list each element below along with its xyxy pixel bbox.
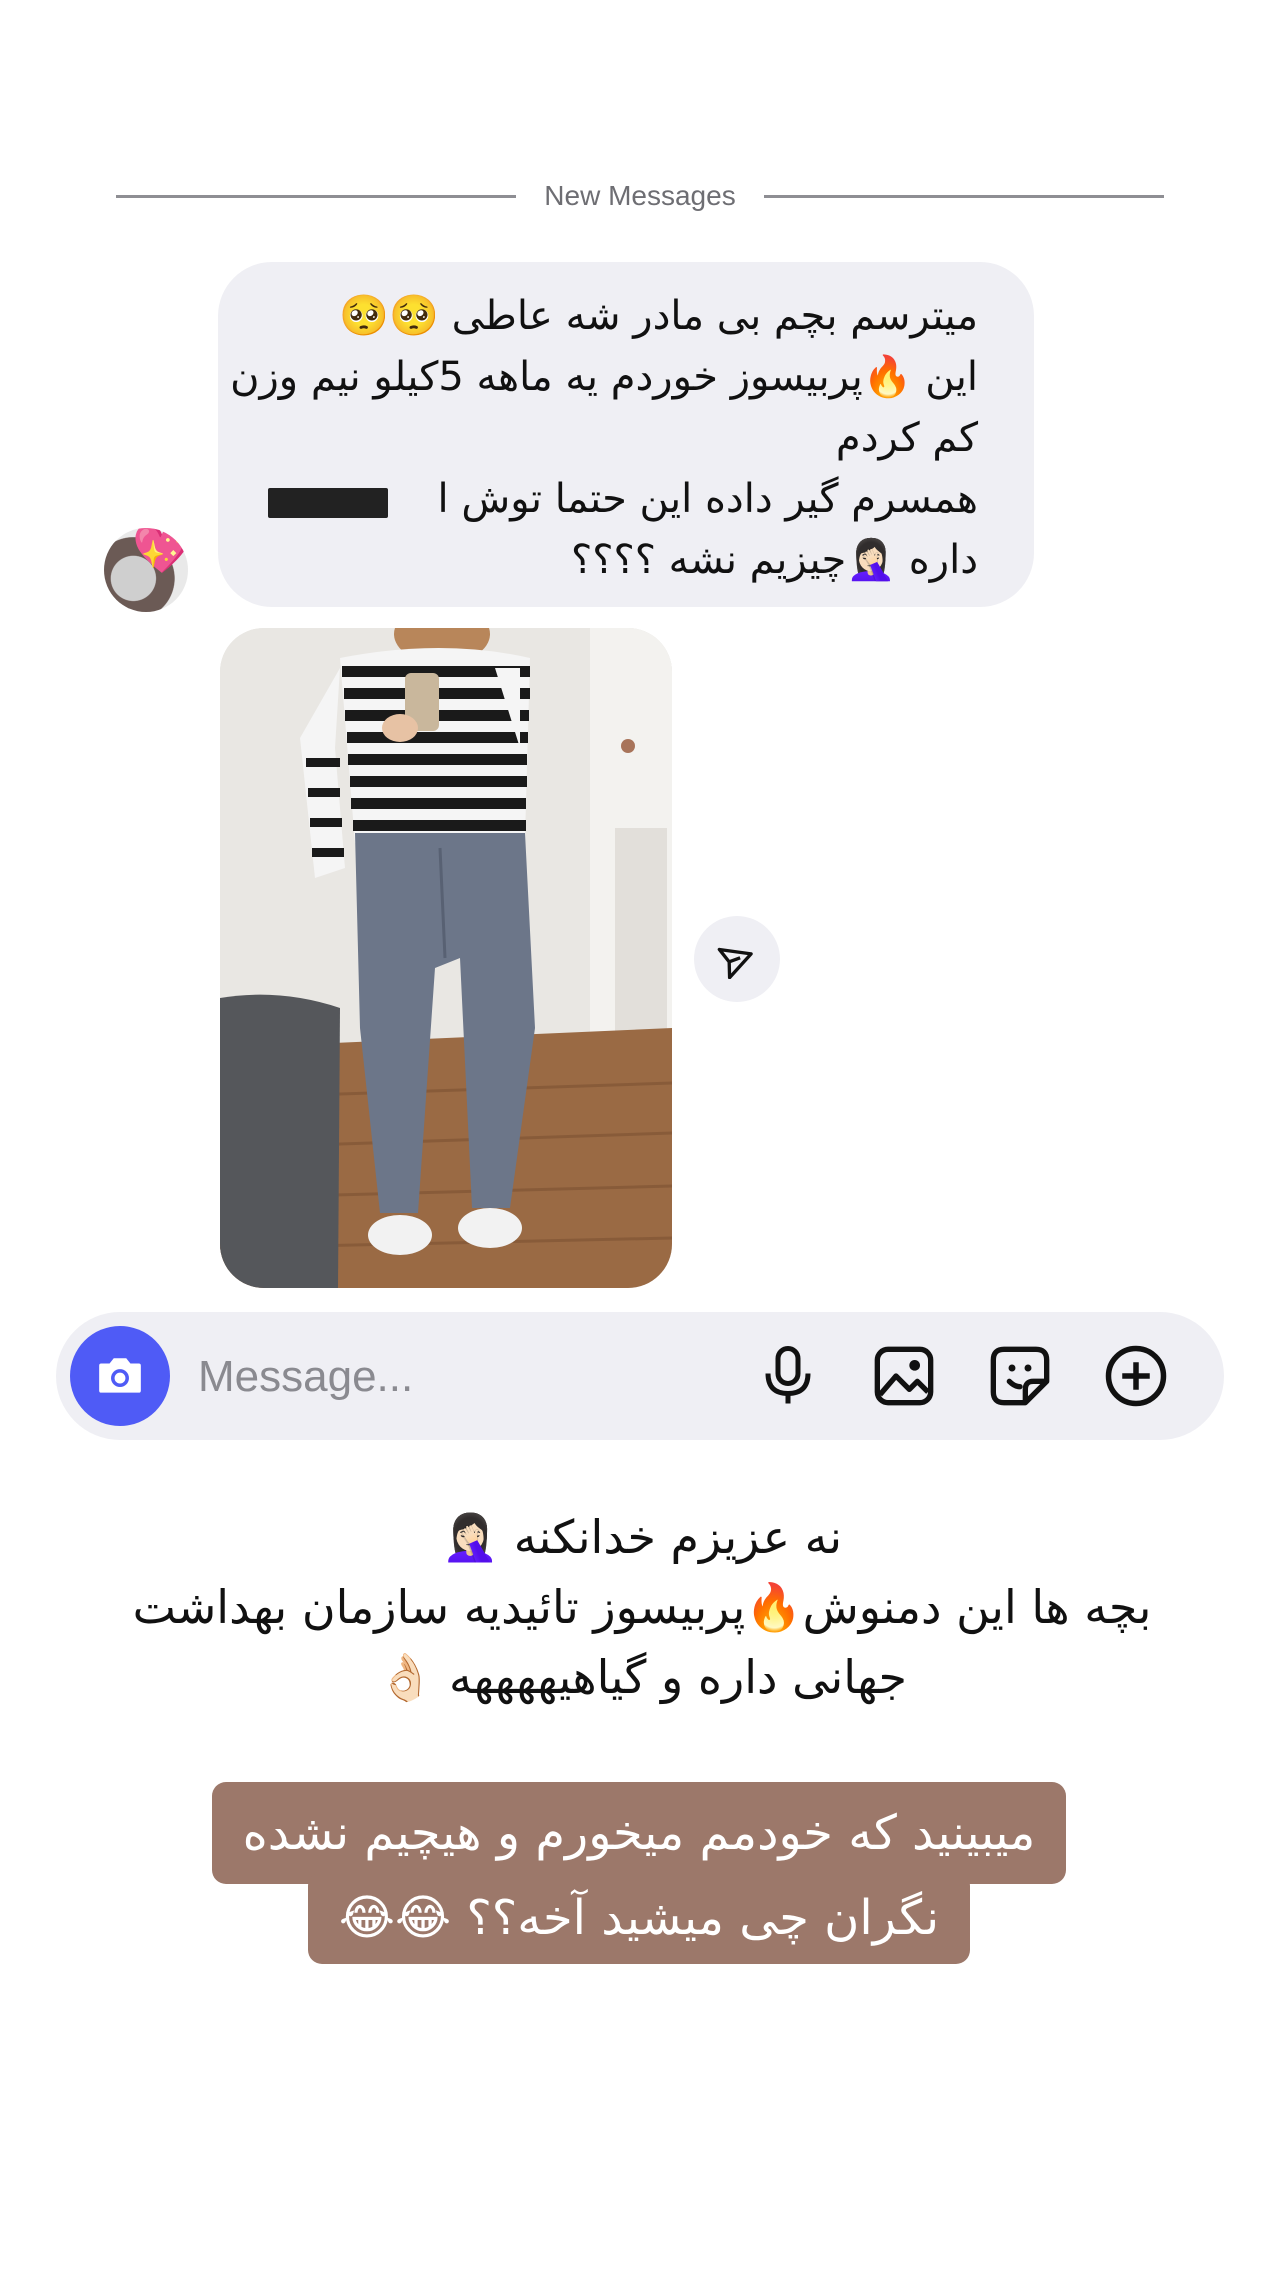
message-line-1: میترسم بچم بی مادر شه عاطی 🥺🥺 <box>339 293 978 339</box>
image-icon <box>874 1346 934 1406</box>
caption-line-3: جهانی داره و گیاهیههههه 👌🏻 <box>377 1650 907 1704</box>
forward-button[interactable] <box>694 916 780 1002</box>
new-messages-divider: New Messages <box>116 176 1164 216</box>
sticker-icon <box>990 1346 1050 1406</box>
new-messages-label: New Messages <box>544 180 736 211</box>
story-screen: New Messages میترسم بچم بی مادر شه عاطی … <box>0 0 1284 2282</box>
sparkling-heart-icon: 💖 <box>132 528 188 577</box>
send-icon <box>717 947 753 979</box>
photo-attachment[interactable] <box>220 628 672 1288</box>
microphone-icon <box>765 1346 811 1404</box>
incoming-message-bubble[interactable]: میترسم بچم بی مادر شه عاطی 🥺🥺 این 🔥پربیس… <box>218 262 1034 607</box>
highlight-text-line-2: نگران چی میشید آخه؟؟ 😂😂 <box>308 1872 970 1964</box>
divider-line-left <box>116 194 517 198</box>
divider-line-right <box>763 194 1164 198</box>
message-composer <box>56 1312 1224 1440</box>
message-line-3: کم کردم <box>835 415 978 461</box>
message-line-2: این 🔥پربیسوز خوردم یه ماهه 5کیلو نیم وزن <box>230 354 978 400</box>
sender-avatar[interactable]: 💖 <box>104 528 188 612</box>
caption-line-1: نه عزیزم خدانکنه 🤦🏻‍♀️ <box>441 1510 843 1564</box>
camera-button[interactable] <box>70 1326 170 1426</box>
message-input[interactable] <box>196 1336 720 1418</box>
more-options-button[interactable] <box>1098 1338 1174 1414</box>
sticker-button[interactable] <box>982 1338 1058 1414</box>
message-line-5: داره 🤦🏻‍♀️چیزیم نشه ؟؟؟؟ <box>571 537 978 583</box>
gallery-button[interactable] <box>866 1338 942 1414</box>
caption-line-2: بچه ها این دمنوش🔥پربیسوز تائیدیه سازمان … <box>132 1580 1152 1634</box>
camera-icon <box>99 1358 141 1393</box>
story-caption: نه عزیزم خدانکنه 🤦🏻‍♀️ بچه ها این دمنوش🔥… <box>60 1502 1224 1712</box>
highlight-text-line-1: میبینید که خودمم میخورم و هیچیم نشده <box>212 1782 1066 1884</box>
plus-circle-icon <box>1105 1345 1167 1407</box>
redaction-bar <box>268 488 388 518</box>
microphone-button[interactable] <box>750 1338 826 1414</box>
mirror-selfie-image <box>220 628 672 1288</box>
